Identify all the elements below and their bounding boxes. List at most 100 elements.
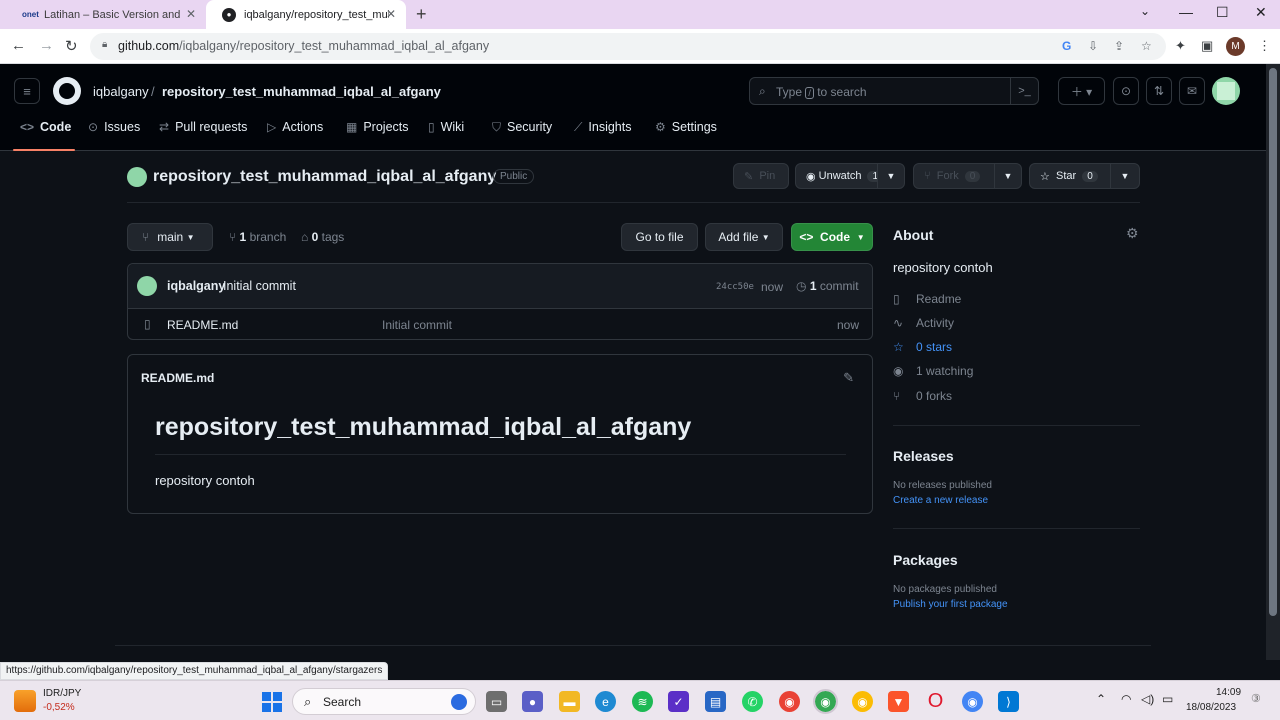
- site-info-icon[interactable]: 🔒︎: [102, 39, 107, 50]
- close-tab-icon[interactable]: ✕: [186, 7, 196, 21]
- breadcrumb-owner[interactable]: iqbalgany: [93, 84, 149, 99]
- commit-sha[interactable]: 24cc50e: [716, 282, 754, 292]
- issues-icon[interactable]: ⊙: [1113, 77, 1139, 105]
- search-input[interactable]: ⌕ Type / to search >_: [749, 77, 1039, 105]
- reload-icon[interactable]: ↻: [65, 37, 78, 55]
- chrome-icon[interactable]: ◉: [779, 691, 800, 712]
- tab-issues[interactable]: ⊙ Issues: [88, 120, 140, 151]
- add-file-button[interactable]: Add file ▼: [705, 223, 783, 251]
- github-logo-icon[interactable]: [53, 77, 81, 105]
- user-avatar[interactable]: [1212, 77, 1240, 105]
- forward-icon[interactable]: →: [39, 37, 54, 54]
- google-lens-icon[interactable]: G: [1062, 39, 1071, 53]
- battery-icon[interactable]: ▭: [1162, 692, 1173, 706]
- close-tab-icon[interactable]: ✕: [386, 7, 396, 21]
- app-icon[interactable]: ✓: [668, 691, 689, 712]
- create-new-button[interactable]: ＋ ▾: [1058, 77, 1105, 105]
- chrome-alt-icon[interactable]: ◉: [852, 691, 873, 712]
- address-bar[interactable]: 🔒︎ github.com/iqbalgany/repository_test_…: [90, 33, 1166, 60]
- maximize-icon[interactable]: ☐: [1216, 4, 1229, 21]
- chrome-profile-icon[interactable]: ◉: [813, 689, 838, 714]
- readme-filename[interactable]: README.md: [141, 371, 214, 385]
- tab-actions[interactable]: ▷ Actions: [267, 120, 323, 151]
- watching-link[interactable]: ◉ 1 watching: [893, 364, 973, 378]
- side-panel-icon[interactable]: ▣: [1201, 38, 1213, 54]
- tab-projects[interactable]: ▦ Projects: [346, 120, 409, 151]
- branch-selector[interactable]: ⑂ main ▼: [127, 223, 213, 251]
- teams-chat-icon[interactable]: ●: [522, 691, 543, 712]
- gear-icon[interactable]: ⚙: [1126, 225, 1139, 242]
- pull-requests-icon[interactable]: ⇅: [1146, 77, 1172, 105]
- create-release-link[interactable]: Create a new release: [893, 495, 988, 506]
- tab-search-icon[interactable]: ⌄: [1140, 4, 1150, 18]
- spotify-icon[interactable]: ≋: [632, 691, 653, 712]
- notification-icon[interactable]: ③: [1251, 692, 1261, 705]
- stars-link[interactable]: ☆ 0 stars: [893, 340, 952, 354]
- tab-pull-requests[interactable]: ⇄ Pull requests: [159, 120, 247, 151]
- clock-date[interactable]: 18/08/2023: [1186, 702, 1236, 713]
- repo-title[interactable]: repository_test_muhammad_iqbal_al_afgany: [153, 168, 496, 186]
- readme-link[interactable]: ▯ Readme: [893, 292, 961, 306]
- commits-link[interactable]: ◷ 1 commit: [796, 279, 859, 293]
- volume-icon[interactable]: ◁): [1141, 692, 1154, 706]
- tab-code[interactable]: <> Code: [20, 120, 71, 151]
- page-scrollbar[interactable]: [1266, 64, 1280, 660]
- table-row[interactable]: ▯ README.md Initial commit now: [128, 309, 872, 340]
- star-button[interactable]: ☆ Star 0: [1029, 163, 1111, 189]
- stock-name[interactable]: IDR/JPY: [43, 688, 81, 699]
- commit-author-avatar[interactable]: [137, 276, 157, 296]
- code-button[interactable]: <> Code ▼: [791, 223, 873, 251]
- whatsapp-icon[interactable]: ✆: [742, 691, 763, 712]
- unwatch-button[interactable]: ◉ Unwatch 1: [795, 163, 884, 189]
- file-commit-message[interactable]: Initial commit: [382, 318, 452, 332]
- chrome-menu-icon[interactable]: ⋮: [1258, 38, 1271, 54]
- share-icon[interactable]: ⇪: [1114, 39, 1124, 53]
- file-name[interactable]: README.md: [167, 318, 238, 332]
- tray-overflow-icon[interactable]: ⌃: [1096, 692, 1106, 706]
- back-icon[interactable]: ←: [11, 37, 26, 54]
- task-view-icon[interactable]: ▭: [486, 691, 507, 712]
- browser-tab-github[interactable]: ● iqbalgany/repository_test_muhammad ✕: [206, 0, 406, 29]
- clock-time[interactable]: 14:09: [1216, 687, 1241, 698]
- pin-button[interactable]: ✎ Pin: [733, 163, 789, 189]
- tab-security[interactable]: ⛉ Security: [492, 120, 552, 151]
- taskbar-search[interactable]: ⌕ Search: [292, 688, 476, 715]
- chrome-work-icon[interactable]: ◉: [962, 691, 983, 712]
- edge-icon[interactable]: e: [595, 691, 616, 712]
- extensions-icon[interactable]: ✦: [1175, 38, 1186, 54]
- fork-dropdown[interactable]: ▼: [994, 163, 1022, 189]
- wifi-icon[interactable]: ◠: [1121, 692, 1131, 706]
- watch-dropdown[interactable]: ▼: [877, 163, 905, 189]
- inbox-icon[interactable]: ✉: [1179, 77, 1205, 105]
- profile-avatar[interactable]: M: [1226, 37, 1245, 56]
- publish-package-link[interactable]: Publish your first package: [893, 599, 1008, 610]
- commit-message[interactable]: Initial commit: [223, 279, 296, 293]
- pencil-icon[interactable]: ✎: [843, 370, 854, 386]
- vscode-icon[interactable]: ⟩: [998, 691, 1019, 712]
- hamburger-menu-icon[interactable]: ≡: [14, 78, 40, 104]
- breadcrumb-repo[interactable]: repository_test_muhammad_iqbal_al_afgany: [162, 84, 441, 99]
- releases-heading[interactable]: Releases: [893, 448, 954, 464]
- packages-heading[interactable]: Packages: [893, 552, 958, 568]
- forks-link[interactable]: ⑂ 0 forks: [893, 389, 952, 403]
- tab-insights[interactable]: ⟋ Insights: [574, 120, 632, 151]
- windows-start-icon[interactable]: [261, 691, 282, 712]
- bookmark-star-icon[interactable]: ☆: [1141, 39, 1152, 53]
- store-icon[interactable]: ▤: [705, 691, 726, 712]
- close-window-icon[interactable]: ✕: [1255, 4, 1267, 21]
- star-dropdown[interactable]: ▼: [1110, 163, 1140, 189]
- file-explorer-icon[interactable]: ▬: [559, 691, 580, 712]
- brave-icon[interactable]: ▼: [888, 691, 909, 712]
- commit-author[interactable]: iqbalgany: [167, 279, 225, 293]
- owner-avatar[interactable]: [127, 167, 147, 187]
- tags-link[interactable]: ⌂ 0 tags: [301, 230, 344, 244]
- go-to-file-button[interactable]: Go to file: [621, 223, 698, 251]
- stocks-widget-icon[interactable]: [14, 690, 36, 712]
- new-tab-button[interactable]: +: [416, 4, 427, 25]
- browser-tab-latihan[interactable]: onet Latihan – Basic Version and Branch …: [6, 0, 206, 29]
- opera-icon[interactable]: O: [925, 690, 946, 712]
- command-palette-icon[interactable]: >_: [1010, 78, 1038, 104]
- install-app-icon[interactable]: ⇩: [1088, 39, 1098, 53]
- minimize-icon[interactable]: —: [1179, 4, 1193, 20]
- tab-wiki[interactable]: ▯ Wiki: [428, 120, 464, 151]
